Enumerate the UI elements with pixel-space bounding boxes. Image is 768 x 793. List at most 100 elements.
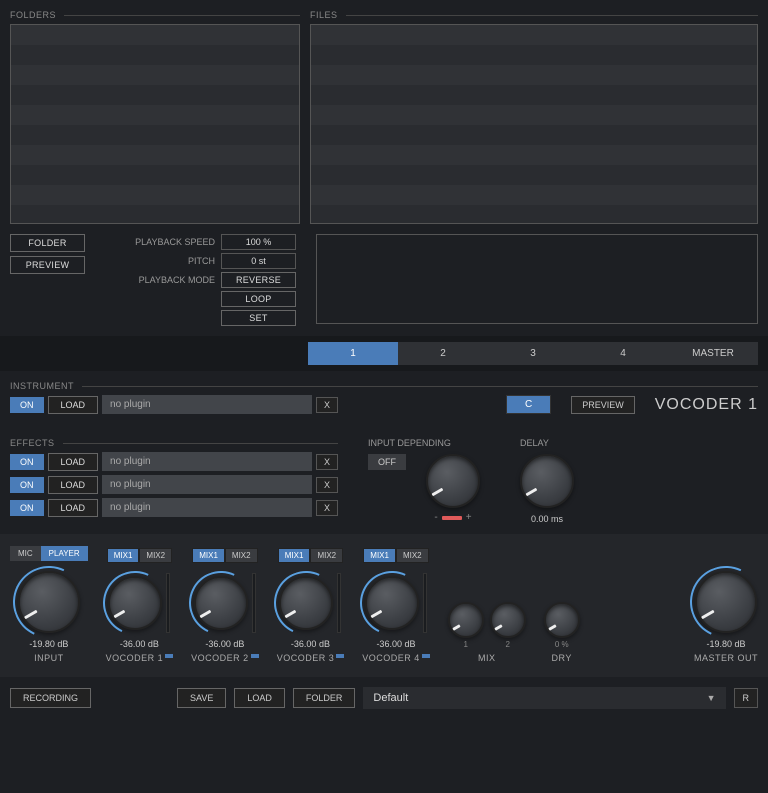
voc3-knob[interactable] [279, 576, 333, 630]
voc4-mix1-button[interactable]: MIX1 [363, 548, 396, 563]
instrument-on-button[interactable]: ON [10, 397, 44, 413]
reverse-button[interactable]: REVERSE [221, 272, 296, 288]
voc2-mix2-button[interactable]: MIX2 [225, 548, 258, 563]
voc1-value: -36.00 dB [120, 639, 159, 649]
reset-button[interactable]: R [734, 688, 759, 708]
master-knob[interactable] [695, 571, 757, 633]
delay-value: 0.00 ms [531, 514, 563, 524]
voc3-mix1-button[interactable]: MIX1 [278, 548, 311, 563]
delay-label: DELAY [520, 438, 549, 448]
voc4-led [422, 654, 430, 658]
dry-value: 0 % [555, 640, 569, 649]
save-button[interactable]: SAVE [177, 688, 226, 708]
mix-2-knob[interactable] [490, 602, 526, 638]
effect-1-load-button[interactable]: LOAD [48, 453, 99, 471]
folders-list[interactable] [10, 24, 300, 224]
bottom-folder-button[interactable]: FOLDER [293, 688, 356, 708]
minus-icon: - [434, 512, 437, 523]
voc1-label: VOCODER 1 [106, 653, 164, 663]
effect-2-on-button[interactable]: ON [10, 477, 44, 493]
recording-button[interactable]: RECORDING [10, 688, 91, 708]
effect-1-plugin-name[interactable]: no plugin [102, 452, 312, 471]
load-button[interactable]: LOAD [234, 688, 285, 708]
files-label: FILES [310, 10, 758, 20]
effect-row-1: ON LOAD no plugin X [10, 452, 338, 471]
tab-master[interactable]: MASTER [668, 342, 758, 365]
effect-1-clear-button[interactable]: X [316, 454, 338, 470]
master-value: -19.80 dB [706, 639, 745, 649]
effect-2-plugin-name[interactable]: no plugin [102, 475, 312, 494]
delay-knob[interactable] [520, 454, 574, 508]
mix-1-label: 1 [463, 640, 467, 649]
instrument-preview-button[interactable]: PREVIEW [571, 396, 635, 414]
playback-speed-label: PLAYBACK SPEED [115, 237, 215, 247]
files-list[interactable] [310, 24, 758, 224]
effect-3-load-button[interactable]: LOAD [48, 499, 99, 517]
instrument-section: INSTRUMENT ON LOAD no plugin X C PREVIEW… [0, 371, 768, 428]
voc4-knob[interactable] [365, 576, 419, 630]
pitch-label: PITCH [115, 256, 215, 266]
voc2-value: -36.00 dB [205, 639, 244, 649]
vocoder-title: VOCODER 1 [655, 396, 758, 414]
effect-row-2: ON LOAD no plugin X [10, 475, 338, 494]
voc4-value: -36.00 dB [376, 639, 415, 649]
pitch-value[interactable]: 0 st [221, 253, 296, 269]
effect-3-clear-button[interactable]: X [316, 500, 338, 516]
voc3-mix2-button[interactable]: MIX2 [310, 548, 343, 563]
mix-1-knob[interactable] [448, 602, 484, 638]
bottom-bar: RECORDING SAVE LOAD FOLDER Default ▼ R [0, 677, 768, 719]
voc2-label: VOCODER 2 [191, 653, 249, 663]
instrument-clear-button[interactable]: X [316, 397, 338, 413]
input-depending-knob[interactable] [426, 454, 480, 508]
voc3-value: -36.00 dB [291, 639, 330, 649]
effect-1-on-button[interactable]: ON [10, 454, 44, 470]
tab-3[interactable]: 3 [488, 342, 578, 365]
input-label: INPUT [34, 653, 64, 663]
preset-name: Default [373, 692, 408, 704]
effect-3-on-button[interactable]: ON [10, 500, 44, 516]
loop-button[interactable]: LOOP [221, 291, 296, 307]
mixer-section: MIC PLAYER -19.80 dB INPUT MIX1 MIX2 -36… [0, 534, 768, 677]
mix-label: MIX [478, 653, 496, 663]
dry-knob[interactable] [544, 602, 580, 638]
file-browser-section: FOLDERS FILES FOLDER PREVIEW PLAYBACK SP… [0, 0, 768, 336]
input-depending-off-button[interactable]: OFF [368, 454, 406, 470]
preset-dropdown[interactable]: Default ▼ [363, 687, 725, 709]
instrument-load-button[interactable]: LOAD [48, 396, 99, 414]
preview-button[interactable]: PREVIEW [10, 256, 85, 274]
effect-2-load-button[interactable]: LOAD [48, 476, 99, 494]
voc1-knob[interactable] [108, 576, 162, 630]
playback-speed-value[interactable]: 100 % [221, 234, 296, 250]
tab-1[interactable]: 1 [308, 342, 398, 365]
set-button[interactable]: SET [221, 310, 296, 326]
player-tab[interactable]: PLAYER [41, 546, 88, 561]
effect-row-3: ON LOAD no plugin X [10, 498, 338, 517]
tab-2[interactable]: 2 [398, 342, 488, 365]
voc1-mix2-button[interactable]: MIX2 [139, 548, 172, 563]
effect-2-clear-button[interactable]: X [316, 477, 338, 493]
playback-mode-label: PLAYBACK MODE [115, 275, 215, 285]
voc2-mix1-button[interactable]: MIX1 [192, 548, 225, 563]
voc4-mix2-button[interactable]: MIX2 [396, 548, 429, 563]
instrument-plugin-name[interactable]: no plugin [102, 395, 312, 414]
input-knob[interactable] [18, 571, 80, 633]
folder-button[interactable]: FOLDER [10, 234, 85, 252]
vocoder-tabs: 1 2 3 4 MASTER [0, 336, 768, 371]
mix-2-label: 2 [505, 640, 509, 649]
effect-3-plugin-name[interactable]: no plugin [102, 498, 312, 517]
instrument-label: INSTRUMENT [10, 381, 758, 391]
folders-label: FOLDERS [10, 10, 300, 20]
mic-tab[interactable]: MIC [10, 546, 41, 561]
voc3-label: VOCODER 3 [277, 653, 335, 663]
voc1-led [165, 654, 173, 658]
tab-4[interactable]: 4 [578, 342, 668, 365]
voc3-led [336, 654, 344, 658]
voc1-mix1-button[interactable]: MIX1 [107, 548, 140, 563]
key-display[interactable]: C [506, 395, 551, 414]
effects-label: EFFECTS [10, 438, 338, 448]
voc4-label: VOCODER 4 [362, 653, 420, 663]
plus-icon: + [466, 512, 472, 523]
dry-label: DRY [552, 653, 572, 663]
level-bar [442, 516, 462, 520]
voc2-knob[interactable] [194, 576, 248, 630]
